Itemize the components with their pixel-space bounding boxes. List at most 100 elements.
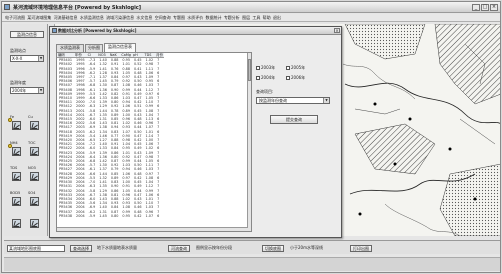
query-item-label: 查询项目:	[256, 89, 274, 94]
close-button[interactable]: ×	[490, 4, 498, 11]
menu-item[interactable]: 帮助	[263, 15, 271, 20]
tool-label-tds: TDS	[10, 166, 18, 170]
menu-item[interactable]: 电子河流图	[5, 15, 25, 20]
menu-item[interactable]: 河流基础信息	[54, 15, 78, 20]
vertical-scrollbar[interactable]	[247, 53, 251, 231]
year-checkbox[interactable]: 2003年	[256, 65, 275, 71]
menu-item[interactable]: 图层	[242, 15, 250, 20]
data-table: 编码 年份 Cl NO3 NaK CaMg pH TDS 月份 PR5401 19…	[57, 53, 164, 218]
chart-tool-icon-cu[interactable]	[30, 121, 39, 130]
year-checkbox-label: 2004年	[261, 75, 276, 80]
chart-tool-icon-no3[interactable]	[30, 172, 39, 181]
legend-text: 图例显示按年份分段	[196, 245, 232, 250]
chart-tool-icon-nh4[interactable]	[12, 147, 21, 156]
water-quality-text: 地下水质量地表水质量	[97, 245, 137, 250]
menu-item[interactable]: 退出	[273, 15, 281, 20]
site-select-value: X-X-X	[12, 56, 23, 61]
chart-tool-icon-fe[interactable]	[12, 121, 21, 130]
query-select-button[interactable]: 查询选择	[70, 245, 92, 252]
menu-item[interactable]: 专题图	[173, 15, 185, 20]
monitor-point[interactable]	[473, 197, 477, 201]
table-row[interactable]: PR5438 2004 -5.9 1.45 0.80 0.95 0.42 1.07 6	[57, 214, 164, 218]
year-checkbox[interactable]: 2006年	[286, 75, 305, 81]
menu-item[interactable]: 流域污染源信息	[106, 15, 134, 20]
switch-basemap-button[interactable]: 切换底图	[262, 245, 284, 252]
tab-site-info-table[interactable]: 监测点信息表	[104, 43, 136, 52]
menu-item[interactable]: 水质评价	[187, 15, 203, 20]
table-cell: PR5431	[59, 184, 73, 189]
table-body: PR5401 1995 -7.3 1.40 0.88 0.95 0.45 1.02 7 PR540…	[57, 58, 164, 218]
table-cell: 1.45	[99, 213, 107, 218]
query-item-value: 按监测年份查询	[259, 98, 287, 103]
chart-tool-icon-bod5[interactable]	[12, 197, 21, 206]
year-checkbox[interactable]: 2004年	[256, 75, 275, 81]
left-panel: 监测点信息 监测站点 X-X-X ▼ 监测年度 2004年 ▼ Fe Cu NH…	[4, 24, 48, 236]
print-map-button[interactable]: 打印出图	[350, 245, 372, 252]
chart-tool-icon-toc[interactable]	[30, 147, 39, 156]
tab-analysis-chart[interactable]: 分析图	[85, 44, 103, 52]
minimize-button[interactable]: _	[472, 4, 480, 11]
tool-label-cu: Cu	[28, 115, 33, 119]
checkbox-box	[286, 76, 290, 80]
maximize-button[interactable]: □	[481, 4, 489, 11]
chevron-down-icon: ▼	[323, 98, 329, 103]
tool-label-nh4: NH4	[10, 141, 18, 145]
table-cell: 6	[157, 213, 160, 218]
dialog-app-icon	[52, 28, 57, 33]
data-analysis-dialog: 数据对比分析 [Powered by Skshlogic] × 水质监测表 分析…	[49, 26, 342, 238]
base-layer-select[interactable]: 某流域地形图底图	[7, 245, 65, 252]
menu-item[interactable]: 某河流域图集	[27, 15, 51, 20]
status-bar	[4, 257, 500, 271]
tool-label-so4: SO4	[28, 191, 36, 195]
tool-label-no3: NO3	[28, 166, 36, 170]
tab-quality-table[interactable]: 水质监测表	[56, 44, 84, 52]
year-checkbox-label: 2006年	[291, 75, 306, 80]
dialog-title: 数据对比分析 [Powered by Skshlogic]	[58, 28, 137, 33]
menu-bar: 电子河流图 某河流域图集 河流基础信息 水质监测信息 流域污染源信息 水文信息 …	[2, 14, 500, 22]
site-select[interactable]: X-X-X ▼	[10, 55, 44, 62]
monitor-point[interactable]	[393, 162, 397, 166]
monitor-point[interactable]	[408, 117, 412, 121]
dialog-close-button[interactable]: ×	[334, 28, 340, 33]
tool-label-toc: TOC	[28, 141, 36, 145]
bottom-toolbar: 某流域地形图底图 查询选择 地下水质量地表水质量 河流查询 图例显示按年份分段 …	[4, 240, 500, 254]
menu-item[interactable]: 工具	[252, 15, 260, 20]
menu-item[interactable]: 空间查询	[155, 15, 171, 20]
horizontal-scrollbar[interactable]	[57, 227, 248, 231]
year-select[interactable]: 2004年 ▼	[10, 87, 44, 94]
table-cell: 2004	[76, 213, 85, 218]
year-checkbox[interactable]: 2005年	[286, 65, 305, 71]
column-header[interactable]: 月份	[155, 53, 164, 59]
query-form: 2003年 2005年 2004年 2006年 查询项目: 按监测年份查询 ▼ …	[256, 61, 338, 181]
table-cell: PR5402	[59, 62, 73, 67]
menu-item[interactable]: 水质监测信息	[80, 15, 104, 20]
checkbox-box	[286, 66, 290, 70]
dialog-title-bar: 数据对比分析 [Powered by Skshlogic] ×	[50, 27, 341, 35]
data-table-pane: 编码 年份 Cl NO3 NaK CaMg pH TDS 月份 PR5401 19…	[56, 52, 252, 232]
scrollbar-thumb[interactable]	[248, 59, 251, 81]
table-cell: PR5438	[59, 213, 73, 218]
menu-item[interactable]: 水文信息	[136, 15, 152, 20]
table-cell: 0.42	[133, 213, 142, 218]
monitor-point[interactable]	[358, 212, 362, 216]
chevron-down-icon: ▼	[38, 56, 43, 61]
menu-item[interactable]: 数据统计	[206, 15, 222, 20]
tool-label-bod5: BOD5	[10, 191, 21, 195]
menu-item[interactable]: 专题分析	[224, 15, 240, 20]
table-cell: 0.80	[110, 213, 119, 218]
query-item-select[interactable]: 按监测年份查询 ▼	[256, 97, 330, 104]
chart-tool-icon[interactable]	[12, 219, 21, 228]
chart-tool-icon-tds[interactable]	[12, 172, 21, 181]
submit-query-button[interactable]: 提交查询	[270, 115, 318, 124]
monitor-point[interactable]	[373, 102, 377, 106]
app-icon	[4, 4, 10, 10]
river-query-button[interactable]: 河流查询	[168, 245, 190, 252]
monitor-info-button[interactable]: 监测点信息	[10, 31, 44, 38]
chart-tool-icon-so4[interactable]	[30, 197, 39, 206]
monitor-point[interactable]	[448, 147, 452, 151]
column-header[interactable]: CaMg	[120, 53, 132, 59]
chart-tool-icon[interactable]	[30, 219, 39, 228]
year-select-value: 2004年	[12, 88, 27, 93]
depth-contour-text: 小于20m水等深线	[290, 245, 323, 250]
table-cell: PR5436	[59, 205, 73, 210]
